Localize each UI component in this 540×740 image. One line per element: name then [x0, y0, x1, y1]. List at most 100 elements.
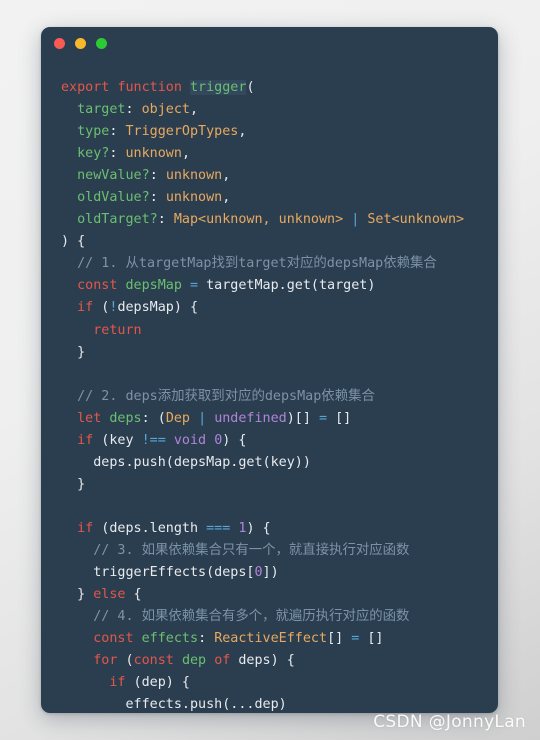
code-token: , — [222, 190, 231, 206]
code-token: if — [77, 520, 94, 536]
code-token: depsMap) { — [117, 300, 199, 316]
code-token: const — [133, 653, 174, 669]
code-line: if (deps.length === 1) { — [61, 518, 498, 540]
code-token: for — [93, 653, 118, 669]
code-line: key?: unknown, — [61, 143, 498, 165]
code-token: return — [93, 322, 142, 338]
code-token: : — [125, 102, 142, 118]
code-line: export function trigger( — [61, 77, 498, 99]
code-token: : — [149, 168, 166, 184]
code-token: depsMap — [125, 278, 182, 294]
code-token: !== — [141, 432, 166, 448]
code-token: function — [117, 80, 182, 95]
code-token: , — [190, 102, 199, 118]
code-token: unknown — [165, 168, 223, 184]
code-token: (key — [93, 432, 142, 448]
window-title-bar — [41, 27, 498, 58]
code-token: , — [222, 168, 231, 184]
code-token: ( — [93, 300, 110, 316]
code-token: } — [61, 476, 86, 492]
code-line: type: TriggerOpTypes, — [61, 121, 498, 143]
code-token: = — [319, 410, 328, 426]
code-token: object — [141, 102, 190, 118]
code-token: ) { — [222, 432, 247, 448]
code-line: newValue?: unknown, — [61, 165, 498, 187]
code-token: // 3. 如果依赖集合只有一个，就直接执行对应函数 — [61, 542, 410, 558]
code-token: let — [77, 410, 102, 426]
code-line: const effects: ReactiveEffect[] = [] — [61, 628, 498, 650]
code-token: deps) { — [230, 653, 295, 669]
code-token: TriggerOpTypes — [125, 124, 239, 140]
code-token: target — [77, 102, 126, 118]
code-line: // 3. 如果依赖集合只有一个，就直接执行对应函数 — [61, 540, 498, 562]
code-token: [] — [359, 631, 384, 647]
page-background: export function trigger( target: object,… — [0, 0, 540, 740]
watermark-text: CSDN @JonnyLan — [373, 712, 526, 732]
code-token: targetMap.get(target) — [198, 278, 376, 294]
code-token: )[] — [286, 410, 319, 426]
code-token: } — [61, 587, 94, 603]
code-token: ( — [117, 653, 134, 669]
code-token: // 4. 如果依赖集合有多个，就遍历执行对应的函数 — [61, 609, 410, 625]
code-token: Dep — [165, 410, 190, 426]
code-line: if (!depsMap) { — [61, 297, 498, 319]
code-line: } — [61, 474, 498, 496]
code-token: of — [214, 653, 231, 669]
code-line: target: object, — [61, 99, 498, 121]
code-line: // 1. 从targetMap找到target对应的depsMap依赖集合 — [61, 253, 498, 275]
code-token: deps.push(depsMap.get(key)) — [61, 454, 311, 470]
code-token: , — [238, 124, 247, 140]
code-line: const depsMap = targetMap.get(target) — [61, 275, 498, 297]
code-token: if — [77, 432, 94, 448]
code-line: oldValue?: unknown, — [61, 187, 498, 209]
minimize-button[interactable] — [75, 38, 86, 49]
code-token: Map<unknown, unknown> — [173, 212, 344, 228]
code-token: , — [181, 146, 190, 162]
code-token: undefined — [214, 410, 287, 426]
code-token: [] — [327, 410, 352, 426]
code-token: oldTarget? — [77, 212, 158, 228]
code-line: triggerEffects(deps[0]) — [61, 562, 498, 584]
code-token: 0 — [254, 565, 263, 581]
code-token: oldValue? — [77, 190, 150, 206]
code-token: deps — [109, 410, 142, 426]
code-block[interactable]: export function trigger( target: object,… — [41, 58, 498, 713]
code-line: } else { — [61, 584, 498, 606]
code-token: } — [61, 344, 86, 360]
code-line: // 2. deps添加获取到对应的depsMap依赖集合 — [61, 386, 498, 408]
code-line: ) { — [61, 231, 498, 253]
code-line: if (key !== void 0) { — [61, 430, 498, 452]
code-token: : — [149, 190, 166, 206]
code-token: = — [190, 278, 199, 294]
code-token: ( — [246, 80, 255, 95]
code-token: trigger — [190, 80, 247, 95]
code-token: (dep) { — [125, 675, 190, 691]
code-token: // 1. 从targetMap找到target对应的depsMap依赖集合 — [61, 256, 437, 272]
code-line: for (const dep of deps) { — [61, 650, 498, 672]
code-token: newValue? — [77, 168, 150, 184]
code-token: effects — [141, 631, 199, 647]
close-button[interactable] — [54, 38, 65, 49]
code-token: : ( — [141, 410, 166, 426]
code-line: deps.push(depsMap.get(key)) — [61, 452, 498, 474]
maximize-button[interactable] — [96, 38, 107, 49]
code-token: triggerEffects(deps[ — [61, 565, 255, 581]
code-token: { — [125, 587, 142, 603]
code-line: let deps: (Dep | undefined)[] = [] — [61, 408, 498, 430]
